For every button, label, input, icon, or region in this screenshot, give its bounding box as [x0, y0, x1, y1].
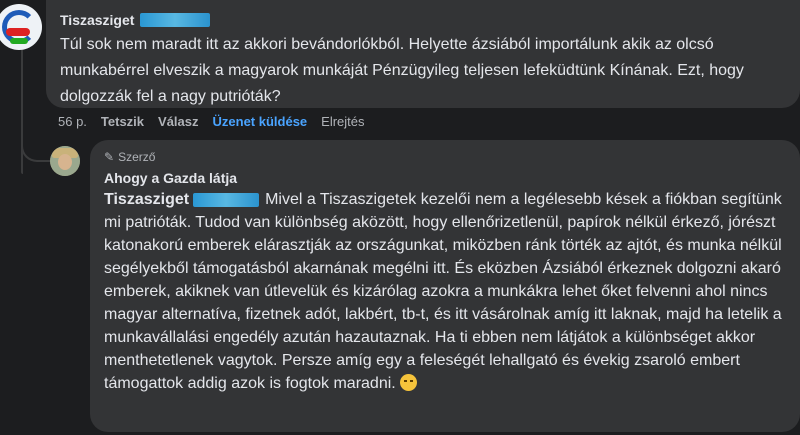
mention-link[interactable]: Tiszasziget [104, 191, 189, 208]
avatar-face [58, 154, 72, 170]
comment-author-name[interactable]: Tiszasziget [60, 12, 134, 28]
send-message-button[interactable]: Üzenet küldése [213, 114, 308, 129]
comment-bubble: Tiszasziget Túl sok nem maradt itt az ak… [46, 0, 800, 108]
reply-avatar[interactable] [50, 146, 80, 176]
avatar[interactable] [0, 4, 42, 50]
reply-text: Tiszasziget Mivel a Tiszaszigetek kezelői… [104, 188, 786, 395]
reply-author[interactable]: Ahogy a Gazda látja [104, 170, 786, 186]
reply-message: Mivel a Tiszaszigetek kezelői nem a legé… [104, 191, 782, 392]
comment-timestamp[interactable]: 56 p. [58, 114, 87, 129]
pencil-icon: ✎ [104, 150, 115, 164]
thread-connector [21, 130, 51, 162]
author-badge-label: Szerző [118, 150, 156, 164]
avatar-logo-green [10, 38, 28, 44]
comment-author[interactable]: Tiszasziget [60, 12, 786, 28]
author-badge: ✎ Szerző [104, 150, 786, 164]
avatar-logo-red [6, 28, 30, 36]
wink-emoji-icon [400, 374, 418, 391]
reply-bubble: ✎ Szerző Ahogy a Gazda látja Tiszasziget… [90, 140, 800, 432]
hide-button[interactable]: Elrejtés [321, 114, 364, 129]
like-button[interactable]: Tetszik [101, 114, 144, 129]
comment-actions: 56 p. Tetszik Válasz Üzenet küldése Elre… [58, 114, 379, 129]
reply-button[interactable]: Válasz [158, 114, 198, 129]
redaction-mark [193, 192, 260, 207]
comment-text: Túl sok nem maradt itt az akkori bevándo… [60, 36, 744, 105]
redaction-mark [140, 13, 211, 27]
